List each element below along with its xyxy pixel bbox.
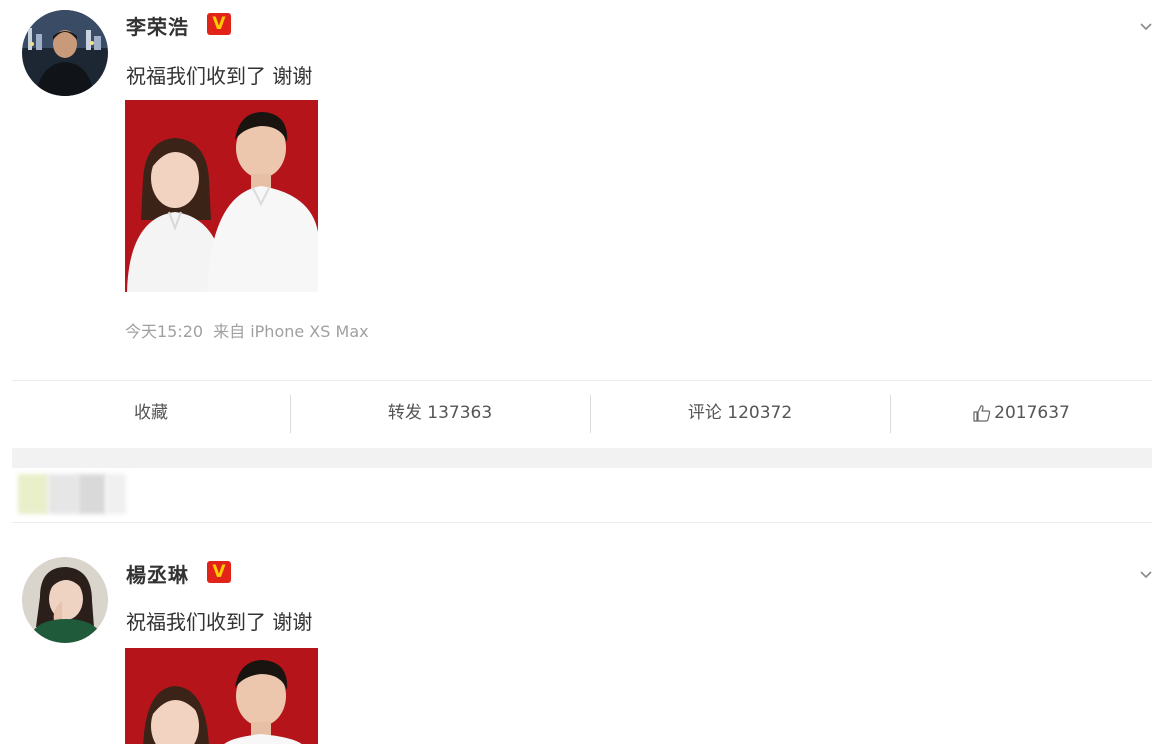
chevron-down-icon[interactable] [1138, 18, 1154, 34]
post-source: 来自 iPhone XS Max [213, 322, 369, 341]
author-avatar[interactable] [22, 557, 108, 643]
author-name[interactable]: 李荣浩 [126, 11, 189, 40]
section-divider [12, 448, 1152, 468]
blurred-patch [48, 474, 78, 514]
post-meta: 今天15:20 来自 iPhone XS Max [125, 318, 379, 342]
verified-badge-icon: V [207, 13, 231, 35]
blurred-patch [106, 474, 126, 514]
blurred-patch [18, 474, 48, 514]
comment-button[interactable]: 评论 120372 [590, 381, 890, 449]
post-text: 祝福我们收到了 谢谢 [126, 610, 313, 634]
post-action-bar: 收藏 转发 137363 评论 120372 2017637 [12, 380, 1152, 449]
repost-button[interactable]: 转发 137363 [290, 381, 590, 449]
weibo-feed: 李荣浩 V 祝福我们收到了 谢谢 今天15:20 来自 iPhone XS Ma… [0, 0, 1168, 744]
blurred-patch [78, 474, 106, 514]
feed-post: 李荣浩 V 祝福我们收到了 谢谢 今天15:20 来自 iPhone XS Ma… [0, 0, 1168, 380]
like-count: 2017637 [994, 403, 1070, 423]
thumbs-up-icon [973, 405, 991, 422]
author-avatar[interactable] [22, 10, 108, 96]
post-text: 祝福我们收到了 谢谢 [126, 64, 313, 88]
blurred-content-row [12, 470, 1152, 523]
author-name[interactable]: 楊丞琳 [126, 559, 189, 588]
chevron-down-icon[interactable] [1138, 566, 1154, 582]
verified-badge-icon: V [207, 561, 231, 583]
favorite-button[interactable]: 收藏 [12, 381, 290, 449]
like-button[interactable]: 2017637 [890, 381, 1152, 449]
post-photo[interactable] [125, 648, 318, 744]
feed-post: 楊丞琳 V 祝福我们收到了 谢谢 [0, 522, 1168, 744]
post-time[interactable]: 今天15:20 [125, 322, 203, 341]
post-photo[interactable] [125, 100, 318, 292]
